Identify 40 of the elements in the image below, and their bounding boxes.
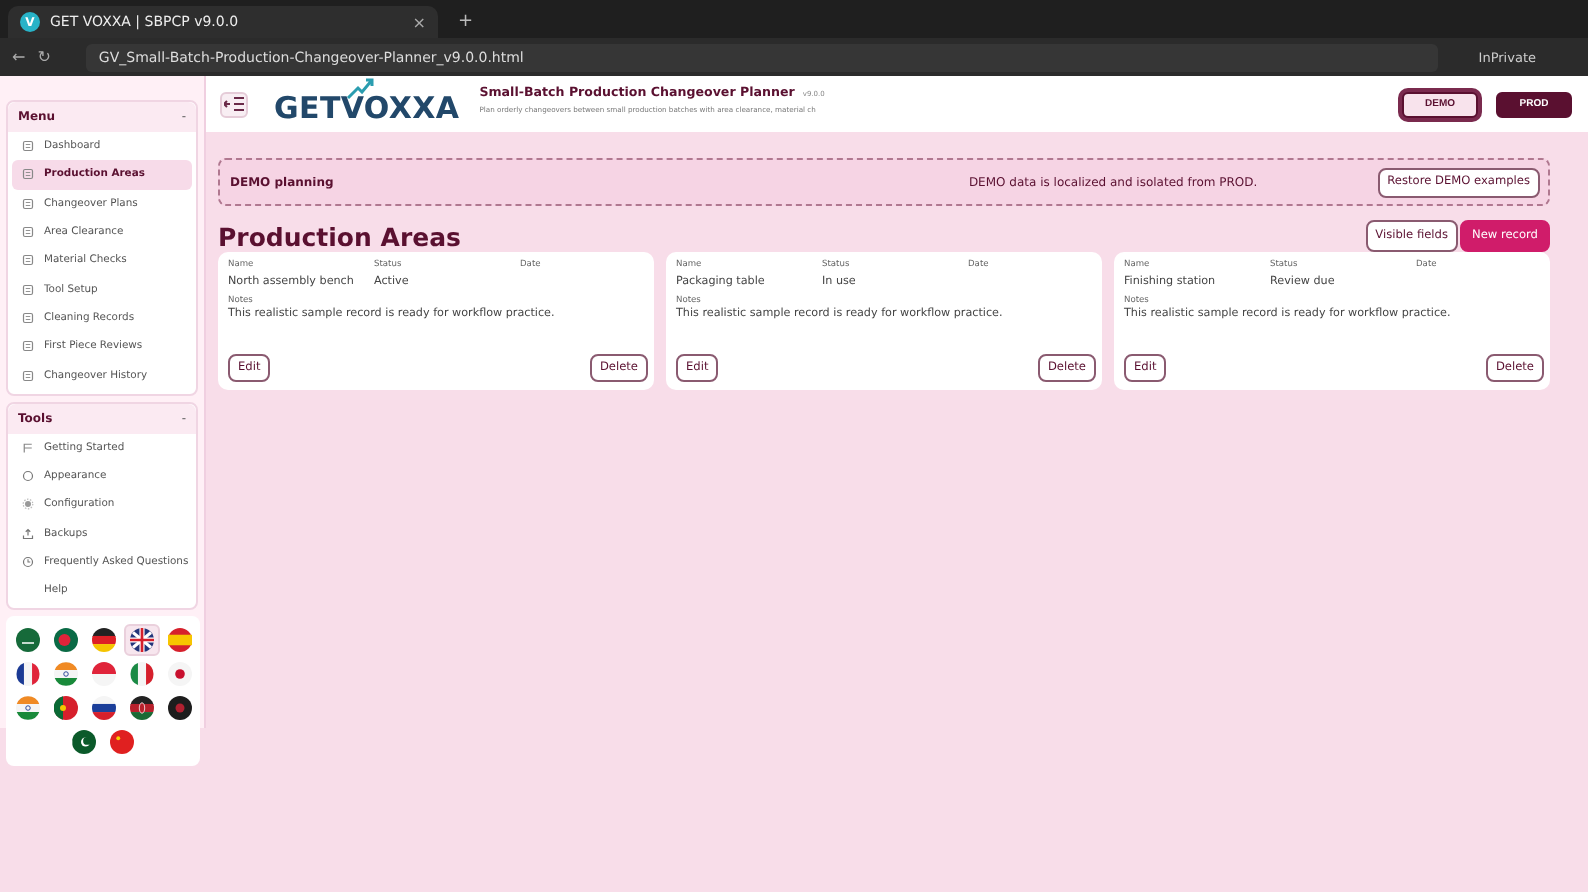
list-icon [22, 168, 34, 181]
gear-icon [22, 498, 34, 511]
page-title: Production Areas [218, 221, 461, 251]
flag-icon [53, 696, 77, 721]
flag-icon [15, 662, 39, 687]
close-icon[interactable]: × [412, 13, 426, 31]
flag-icon [129, 696, 153, 721]
reload-button[interactable]: ↻ [37, 48, 51, 66]
flag-icon [53, 662, 77, 687]
flag-icon [167, 662, 191, 687]
flag-icon [91, 662, 115, 687]
back-button[interactable]: ← [12, 48, 26, 66]
flag-icon [72, 730, 96, 755]
language-button[interactable] [123, 624, 159, 657]
flag-icon [110, 730, 134, 755]
flag-icon [53, 628, 77, 653]
flag-icon [129, 628, 153, 653]
list-icon [22, 197, 34, 210]
logo: GETVOXXA [274, 75, 460, 125]
list-icon [22, 369, 34, 382]
flag-icon [15, 696, 39, 721]
list-icon [22, 311, 34, 324]
list-icon [22, 283, 34, 296]
upload-icon [22, 527, 34, 540]
new-tab-button[interactable]: + [458, 12, 474, 32]
sidebar-toggle-button[interactable] [220, 91, 248, 117]
flag-icon [167, 628, 191, 653]
language-button[interactable] [66, 726, 102, 759]
clock-icon [22, 556, 34, 568]
flag-icon [15, 628, 39, 653]
flag-icon [22, 441, 34, 454]
list-icon [22, 254, 34, 267]
flag-icon [91, 628, 115, 653]
list-icon [22, 340, 34, 353]
list-icon [22, 140, 34, 153]
flag-icon [167, 696, 191, 721]
flag-icon [129, 662, 153, 687]
flag-icon [91, 696, 115, 721]
list-icon [22, 226, 34, 239]
circle-icon [22, 470, 34, 483]
